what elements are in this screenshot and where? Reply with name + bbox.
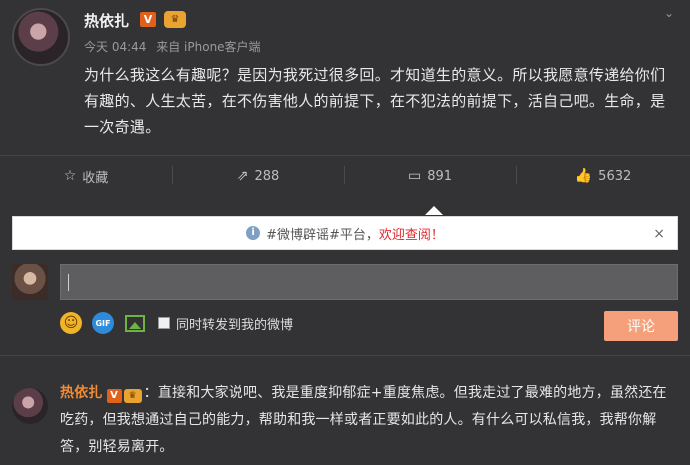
image-icon[interactable] (124, 312, 146, 334)
post-username[interactable]: 热依扎 (84, 10, 129, 31)
post-source: 来自 iPhone客户端 (156, 40, 261, 54)
share-icon: ⇗ (236, 168, 249, 184)
reply-username[interactable]: 热依扎 (60, 385, 103, 401)
close-icon[interactable]: × (653, 226, 665, 242)
info-icon: i (246, 226, 261, 240)
vip-crown-icon: ♛ (123, 389, 142, 403)
favorite-label: 收藏 (82, 170, 109, 186)
weibo-post: 热依扎 V ♛ ⌄ 今天 04:44 来自 iPhone客户端 为什么我这么有趣… (0, 0, 690, 155)
favorite-button[interactable]: ☆ 收藏 (0, 156, 172, 196)
section-divider (0, 355, 690, 356)
divider (344, 166, 345, 184)
comment-icon: ▭ (407, 168, 422, 184)
comment-input[interactable] (60, 264, 678, 300)
text-cursor (68, 274, 69, 291)
my-avatar[interactable] (12, 264, 48, 300)
notice-text[interactable]: #微博辟谣#平台， (266, 224, 379, 243)
active-caret (425, 206, 443, 215)
divider (172, 166, 173, 184)
thumbs-up-icon: 👍 (574, 168, 593, 184)
chevron-down-icon[interactable]: ⌄ (662, 6, 676, 20)
notice-link[interactable]: 欢迎查阅！ (379, 224, 444, 243)
verified-badge-icon: V (140, 12, 156, 27)
post-time[interactable]: 今天 04:44 (84, 40, 146, 54)
action-bar: ☆ 收藏 ⇗ 288 ▭ 891 👍 5632 (0, 155, 690, 195)
reply-comment: 热依扎 V ♛ ：直接和大家说吧、我是重度抑郁症+重度焦虑。但我走过了最难的地方，虽然… (60, 380, 680, 461)
emoji-icon[interactable]: ☺ (60, 312, 82, 334)
reply-avatar[interactable] (12, 388, 48, 424)
comment-button[interactable]: ▭ 891 (344, 156, 516, 196)
divider (516, 166, 517, 184)
repost-count: 288 (254, 168, 280, 184)
star-icon: ☆ (63, 168, 77, 184)
forward-checkbox-label[interactable]: 同时转发到我的微博 (176, 314, 293, 333)
comment-toolbar: ☺ GIF 同时转发到我的微博 (60, 312, 293, 334)
user-avatar[interactable] (12, 8, 70, 66)
gif-icon[interactable]: GIF (92, 312, 114, 334)
post-text: 为什么我这么有趣呢？是因为我死过很多回。才知道生的意义。所以我愿意传递给你们有趣… (84, 66, 666, 136)
forward-checkbox[interactable] (158, 317, 170, 329)
rumor-notice-banner: i #微博辟谣#平台， 欢迎查阅！ × (12, 216, 678, 250)
verified-badge-icon: V (106, 389, 122, 403)
submit-comment-button[interactable]: 评论 (604, 311, 678, 341)
like-button[interactable]: 👍 5632 (516, 156, 690, 196)
comment-count: 891 (427, 168, 453, 184)
reply-separator: ： (143, 385, 158, 401)
vip-crown-icon: ♛ (164, 11, 186, 28)
repost-button[interactable]: ⇗ 288 (172, 156, 344, 196)
post-meta: 今天 04:44 来自 iPhone客户端 (84, 38, 261, 55)
like-count: 5632 (598, 168, 632, 184)
